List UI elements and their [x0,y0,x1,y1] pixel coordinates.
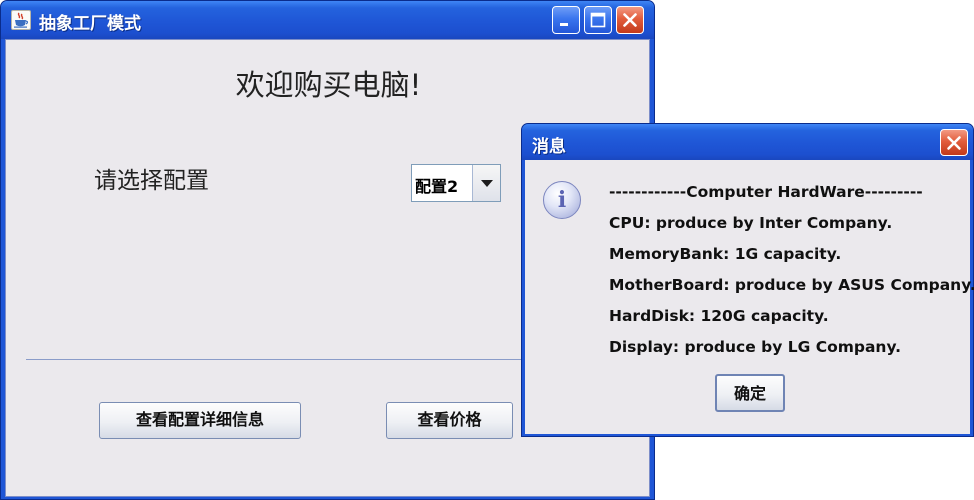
close-icon [941,130,967,156]
main-window-title: 抽象工厂模式 [39,14,141,34]
info-icon: i [543,181,581,219]
dialog-content-pane: i ------------Computer HardWare---------… [525,160,974,434]
welcome-heading: 欢迎购买电脑! [235,68,422,102]
config-select[interactable]: 配置2 [411,164,501,202]
close-icon [617,7,643,33]
minimize-button[interactable] [552,6,580,34]
close-button[interactable] [616,6,644,34]
message-dialog: 消息 i ------------Computer HardWare------… [521,123,974,437]
java-cup-icon [11,10,31,30]
message-line: MotherBoard: produce by ASUS Company. [609,276,974,294]
view-price-button[interactable]: 查看价格 [386,402,513,439]
maximize-button[interactable] [584,6,612,34]
message-line: Display: produce by LG Company. [609,338,902,356]
message-line: MemoryBank: 1G capacity. [609,245,842,263]
dialog-close-button[interactable] [940,129,968,156]
message-line: HardDisk: 120G capacity. [609,307,829,325]
message-line: ------------Computer HardWare--------- [609,183,923,201]
maximize-icon [585,7,611,33]
chevron-down-icon [473,180,501,205]
message-line: CPU: produce by Inter Company. [609,214,893,232]
dropdown-arrow-button[interactable] [472,165,500,201]
ok-button[interactable]: 确定 [715,374,785,412]
minimize-icon [553,7,579,33]
dialog-title-bar[interactable]: 消息 [522,124,973,160]
view-details-button[interactable]: 查看配置详细信息 [99,402,301,439]
dialog-title: 消息 [532,137,566,157]
config-select-value: 配置2 [415,177,459,196]
main-title-bar[interactable]: 抽象工厂模式 [1,1,654,39]
config-label: 请选择配置 [94,168,209,194]
